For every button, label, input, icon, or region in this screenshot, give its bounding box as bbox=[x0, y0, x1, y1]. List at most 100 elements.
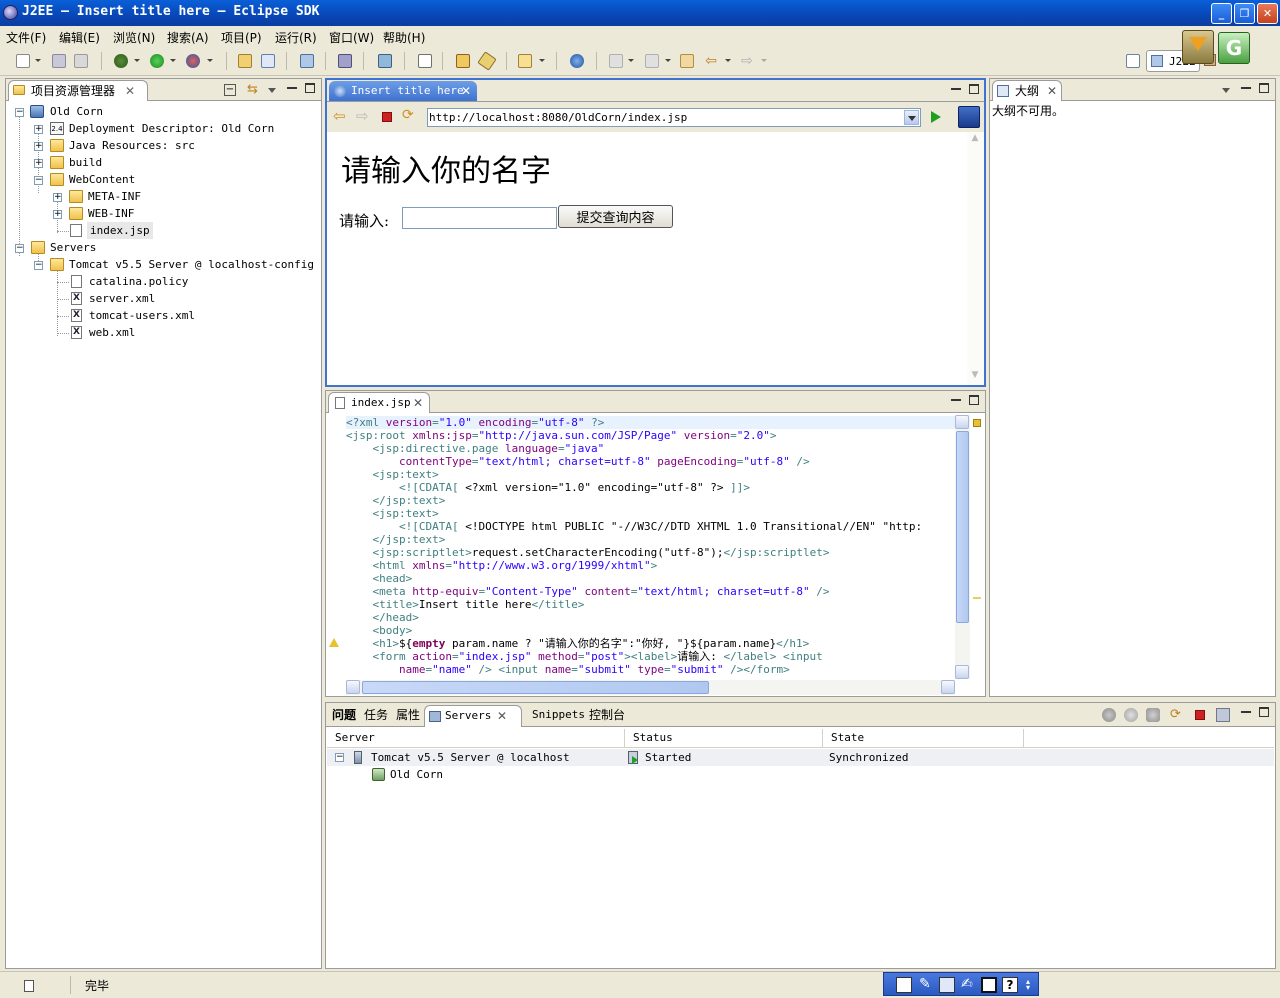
menu-help[interactable]: 帮助(H) bbox=[383, 29, 425, 46]
table-row[interactable]: − Tomcat v5.5 Server @ localhost Started… bbox=[327, 749, 1274, 766]
scroll-right-button[interactable] bbox=[941, 680, 955, 694]
back-icon[interactable]: ⇦ bbox=[704, 54, 718, 68]
tree-item-index-jsp[interactable]: index.jsp bbox=[87, 222, 153, 239]
menu-window[interactable]: 窗口(W) bbox=[329, 29, 374, 46]
toggle-meta-inf[interactable]: + bbox=[53, 193, 62, 202]
minimize-view-button[interactable] bbox=[1241, 707, 1251, 713]
tree-item-web-xml[interactable]: web.xml bbox=[89, 324, 135, 341]
code-line[interactable]: <h1>${empty param.name ? "请输入你的名字":"你好, … bbox=[346, 637, 809, 650]
tab-project-explorer[interactable]: 项目资源管理器 ✕ bbox=[8, 80, 148, 101]
maximize-editor-button[interactable] bbox=[969, 84, 979, 94]
link-editor-icon[interactable]: ⇆ bbox=[247, 83, 261, 97]
search-folder-icon[interactable] bbox=[518, 54, 532, 68]
refresh-icon[interactable]: ⟳ bbox=[402, 107, 414, 123]
restart-server-icon[interactable]: ⟳ bbox=[1170, 708, 1184, 722]
debug-server-icon[interactable] bbox=[1102, 708, 1116, 722]
print-icon[interactable] bbox=[74, 54, 88, 68]
profile-server-icon[interactable] bbox=[1146, 708, 1160, 722]
close-icon[interactable]: ✕ bbox=[461, 81, 471, 101]
url-input[interactable] bbox=[429, 110, 901, 125]
tree-item-web-inf[interactable]: WEB-INF bbox=[88, 205, 134, 222]
minimize-editor-button[interactable] bbox=[951, 395, 961, 401]
view-menu-icon[interactable] bbox=[1222, 88, 1230, 93]
tree-item-webcontent[interactable]: WebContent bbox=[69, 171, 135, 188]
code-line[interactable]: name="name" /> <input name="submit" type… bbox=[346, 663, 790, 676]
column-server[interactable]: Server bbox=[327, 729, 625, 747]
code-line[interactable]: <jsp:root xmlns:jsp = "http://java.sun.com… bbox=[346, 429, 777, 442]
title-bar[interactable]: J2EE — Insert title here — Eclipse SDK _… bbox=[0, 0, 1280, 26]
code-line[interactable]: <?xml version="1.0" encoding="utf-8" ?> bbox=[346, 416, 955, 429]
tree-item-deployment-descriptor[interactable]: Deployment Descriptor: Old Corn bbox=[69, 120, 274, 137]
tree-item-build[interactable]: build bbox=[69, 154, 102, 171]
forward-icon[interactable]: ⇨ bbox=[356, 107, 369, 125]
scroll-down-icon[interactable]: ▼ bbox=[968, 370, 982, 384]
new-project-icon[interactable] bbox=[238, 54, 252, 68]
brush-icon[interactable]: ✎ bbox=[919, 976, 931, 992]
toggle-web-inf[interactable]: + bbox=[53, 210, 62, 219]
menu-file[interactable]: 文件(F) bbox=[6, 29, 46, 46]
stop-server-icon[interactable] bbox=[1195, 710, 1205, 720]
scroll-up-icon[interactable]: ▲ bbox=[968, 133, 982, 147]
window-icon[interactable] bbox=[981, 977, 997, 993]
stop-icon[interactable] bbox=[382, 112, 392, 122]
code-line[interactable]: <jsp:directive.page language="java" bbox=[346, 442, 604, 455]
web-service-icon[interactable] bbox=[378, 54, 392, 68]
hscroll-thumb[interactable] bbox=[362, 681, 709, 694]
submit-button[interactable]: 提交查询内容 bbox=[558, 205, 673, 228]
pen-icon[interactable]: ✍ bbox=[961, 976, 973, 992]
menu-project[interactable]: 项目(P) bbox=[221, 29, 262, 46]
tree-item-java-resources[interactable]: Java Resources: src bbox=[69, 137, 195, 154]
column-state[interactable]: State bbox=[823, 729, 1024, 747]
column-status[interactable]: Status bbox=[625, 729, 823, 747]
forward-icon[interactable]: ⇨ bbox=[740, 54, 754, 68]
tree-item-tomcat-config[interactable]: Tomcat v5.5 Server @ localhost-config bbox=[69, 256, 314, 273]
maximize-view-button[interactable] bbox=[1259, 83, 1269, 93]
code-line[interactable]: </head> bbox=[346, 611, 418, 624]
scroll-up-button[interactable] bbox=[955, 415, 969, 429]
scroll-down-button[interactable] bbox=[955, 665, 969, 679]
back-icon[interactable]: ⇦ bbox=[333, 107, 346, 125]
publish-icon[interactable] bbox=[338, 54, 352, 68]
editor-vscroll[interactable] bbox=[955, 415, 970, 679]
code-line[interactable]: <html xmlns="http://www.w3.org/1999/xhtm… bbox=[346, 559, 657, 572]
code-area[interactable]: <?xml version="1.0" encoding="utf-8" ?> <… bbox=[346, 416, 955, 678]
code-line[interactable]: <title>Insert title here</title> bbox=[346, 598, 584, 611]
code-line[interactable]: <body> bbox=[346, 624, 412, 637]
maximize-view-button[interactable] bbox=[1259, 707, 1269, 717]
publish-server-icon[interactable] bbox=[1216, 708, 1230, 722]
minimize-button[interactable]: _ bbox=[1211, 3, 1232, 24]
close-icon[interactable]: ✕ bbox=[497, 706, 507, 726]
code-line[interactable]: </jsp:text> bbox=[346, 494, 445, 507]
tree-item-meta-inf[interactable]: META-INF bbox=[88, 188, 141, 205]
overview-marker[interactable] bbox=[973, 597, 981, 599]
overview-warning-icon[interactable] bbox=[973, 419, 981, 427]
g-tray-icon[interactable]: G bbox=[1218, 32, 1250, 64]
code-line[interactable]: <jsp:scriptlet>request.setCharacterEncod… bbox=[346, 546, 829, 559]
language-bar-options-icon[interactable]: ▴ ▾ bbox=[1026, 978, 1030, 992]
code-line[interactable]: <meta http-equiv="Content-Type" content=… bbox=[346, 585, 829, 598]
minimize-view-button[interactable] bbox=[287, 83, 297, 89]
tree-item-catalina-policy[interactable]: catalina.policy bbox=[89, 273, 188, 290]
menu-edit[interactable]: 编辑(E) bbox=[59, 29, 100, 46]
tree-item-server-xml[interactable]: server.xml bbox=[89, 290, 155, 307]
vscroll-thumb[interactable] bbox=[956, 431, 969, 623]
server-icon[interactable] bbox=[300, 54, 314, 68]
warning-icon[interactable] bbox=[329, 638, 339, 647]
tab-insert-title-here[interactable]: Insert title here ✕ bbox=[329, 81, 477, 101]
restore-button[interactable]: ❐ bbox=[1234, 3, 1255, 24]
open-type-icon[interactable] bbox=[418, 54, 432, 68]
scroll-left-button[interactable] bbox=[346, 680, 360, 694]
menu-run[interactable]: 运行(R) bbox=[275, 29, 317, 46]
close-icon[interactable]: ✕ bbox=[413, 393, 423, 413]
tab-index-jsp[interactable]: index.jsp ✕ bbox=[328, 392, 430, 413]
prev-annotation-icon[interactable] bbox=[645, 54, 659, 68]
fast-view-icon[interactable] bbox=[24, 980, 34, 992]
maximize-editor-button[interactable] bbox=[969, 395, 979, 405]
tree-item-old-corn[interactable]: Old Corn bbox=[50, 103, 103, 120]
handwriting-icon[interactable] bbox=[939, 977, 955, 993]
tab-properties[interactable]: 属性 bbox=[392, 705, 420, 725]
url-dropdown-button[interactable] bbox=[904, 110, 919, 125]
browser-scrollbar[interactable]: ▲ ▼ bbox=[967, 132, 984, 385]
view-menu-icon[interactable] bbox=[268, 88, 276, 93]
pencil-icon[interactable] bbox=[477, 51, 497, 71]
